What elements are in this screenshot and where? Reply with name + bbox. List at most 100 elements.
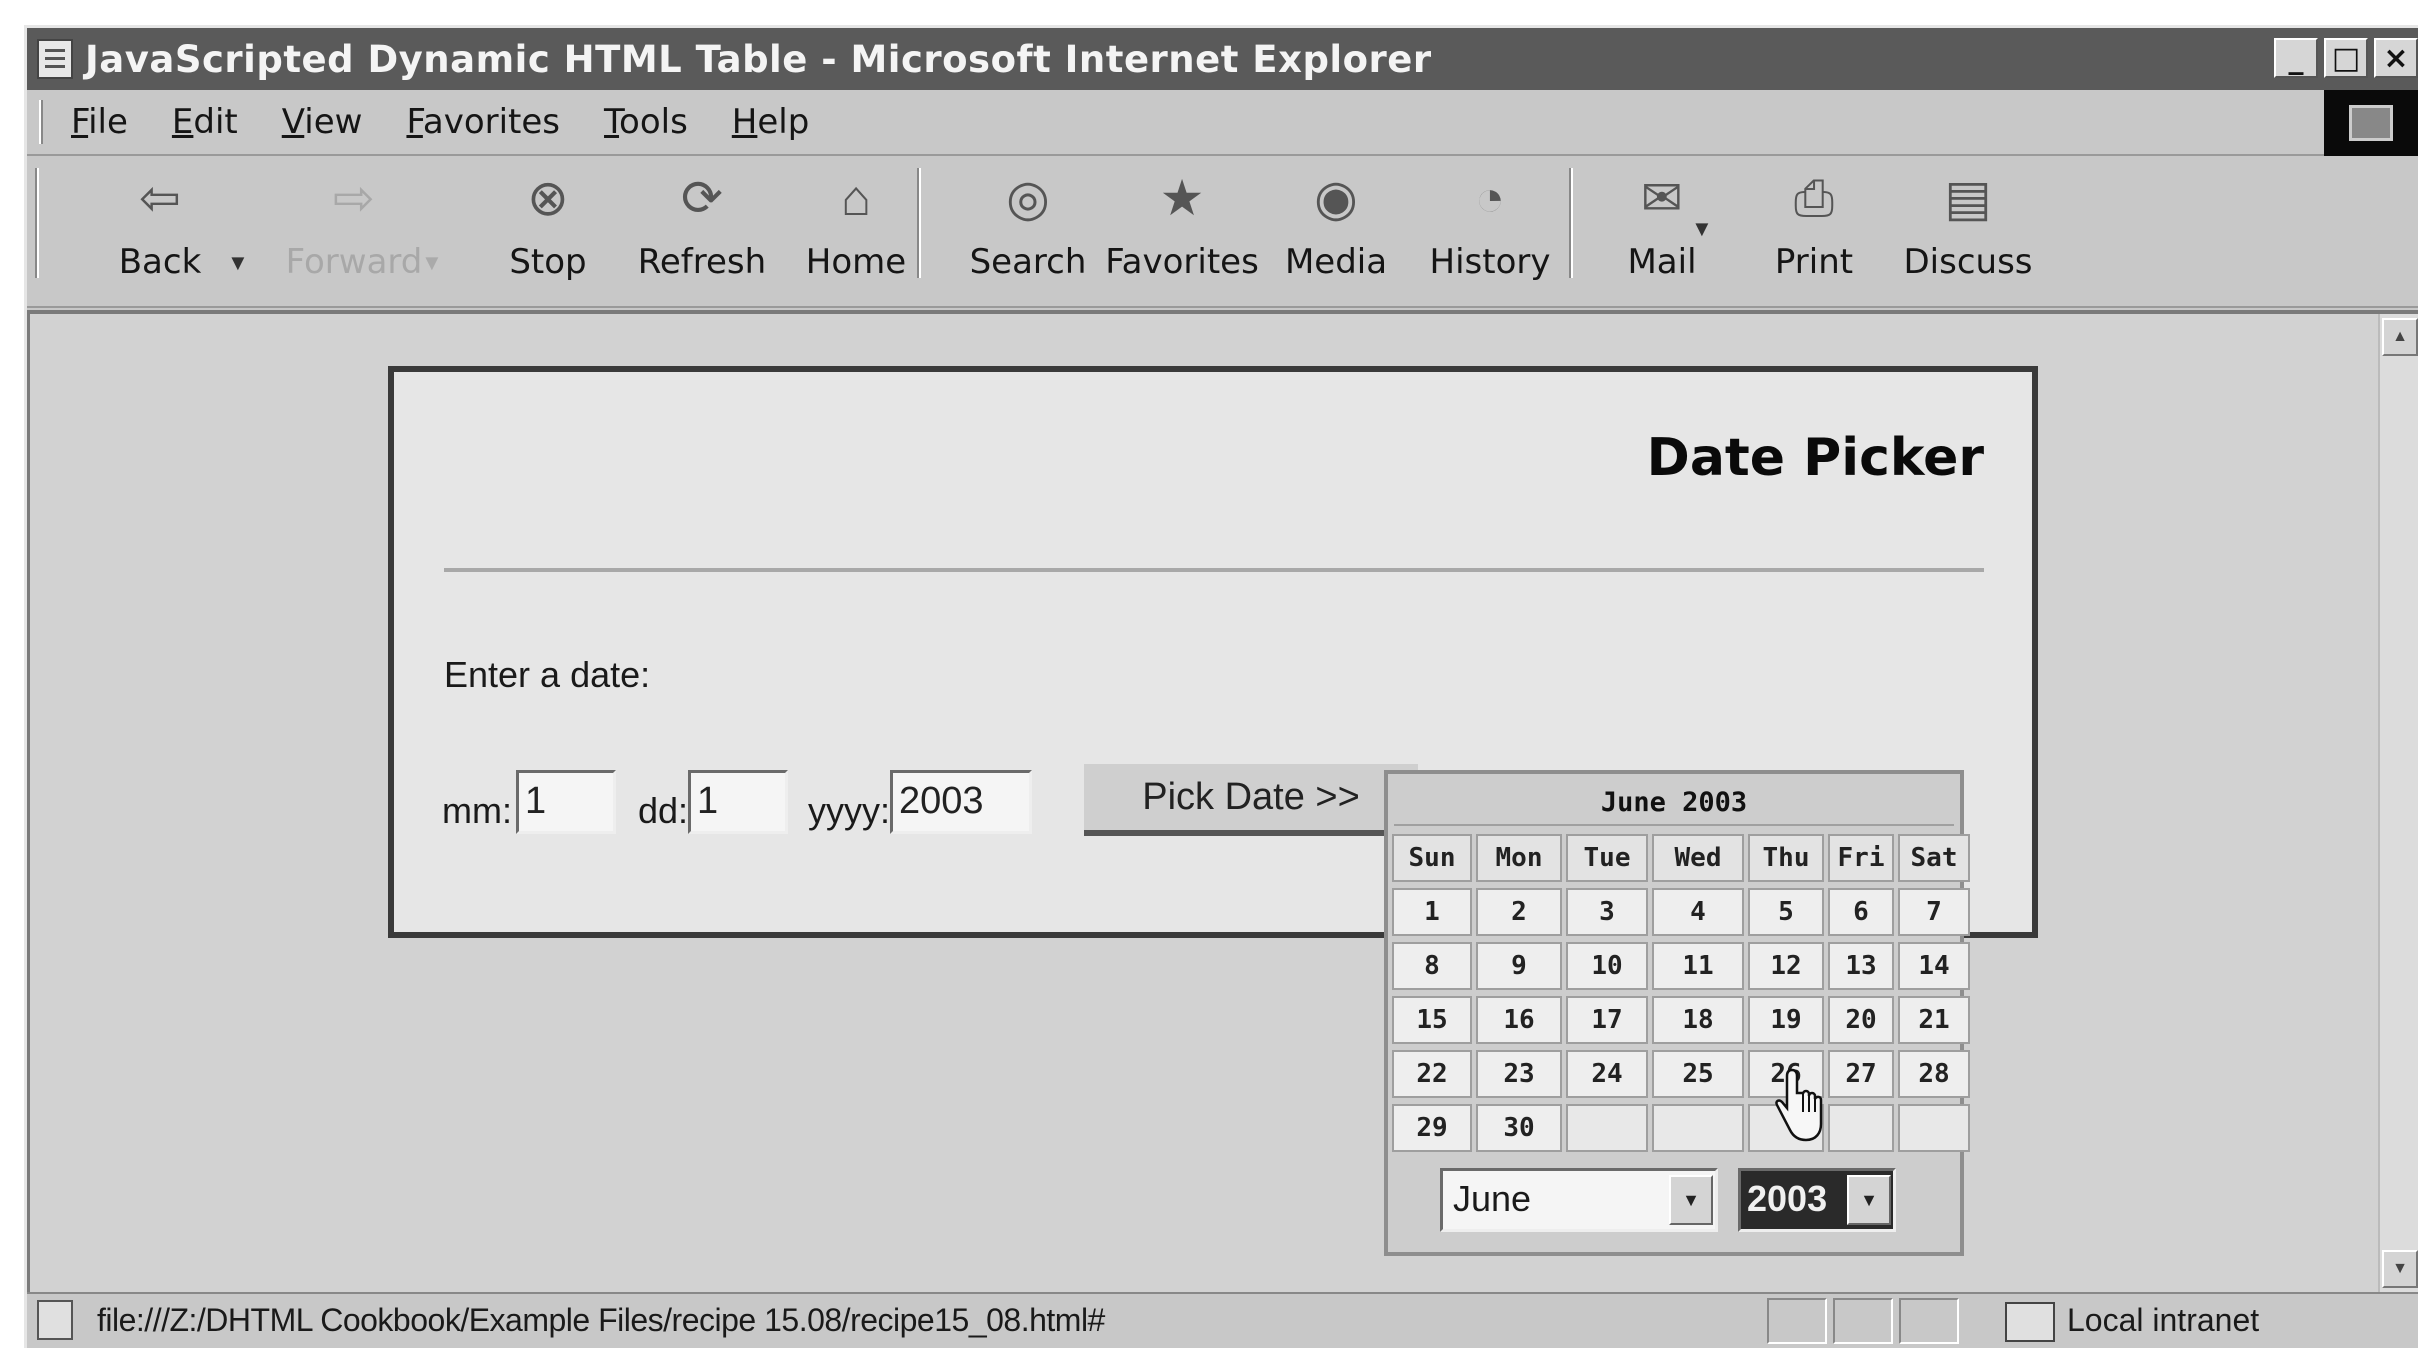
menu-file[interactable]: File (71, 102, 128, 142)
day-cell[interactable]: 13 (1828, 942, 1894, 990)
day-cell[interactable]: 5 (1748, 888, 1824, 936)
weekday-header: Sun (1392, 834, 1472, 882)
page-content: Date Picker Enter a date: mm: 1 dd: 1 yy… (27, 310, 2418, 1292)
window-controls: _ □ × (2274, 38, 2418, 78)
home-icon: ⌂ (840, 170, 872, 226)
history-button[interactable]: ◔ History (1425, 168, 1555, 294)
mail-dropdown-icon[interactable]: ▼ (1691, 216, 1713, 242)
day-cell[interactable]: 9 (1476, 942, 1562, 990)
day-field[interactable]: 1 (688, 770, 788, 834)
day-cell[interactable]: 30 (1476, 1104, 1562, 1152)
toolbar-separator (1569, 168, 1573, 278)
local-intranet-icon (2005, 1302, 2055, 1342)
close-button[interactable]: × (2374, 38, 2418, 78)
weekday-header: Wed (1652, 834, 1744, 882)
menu-edit[interactable]: Edit (172, 102, 238, 142)
stop-button[interactable]: ⊗ Stop (483, 168, 613, 294)
media-button[interactable]: ◉ Media (1271, 168, 1401, 294)
menu-tools[interactable]: Tools (604, 102, 688, 142)
day-cell[interactable]: 21 (1898, 996, 1970, 1044)
day-cell[interactable]: 2 (1476, 888, 1562, 936)
favorites-button[interactable]: ★ Favorites (1105, 168, 1259, 294)
month-select[interactable]: June ▼ (1440, 1168, 1718, 1232)
weekday-header: Thu (1748, 834, 1824, 882)
day-cell[interactable]: 14 (1898, 942, 1970, 990)
chevron-down-icon[interactable]: ▼ (1847, 1175, 1891, 1225)
menu-view[interactable]: View (282, 102, 363, 142)
maximize-button[interactable]: □ (2324, 38, 2368, 78)
menu-favorites[interactable]: Favorites (406, 102, 560, 142)
day-cell[interactable]: 18 (1652, 996, 1744, 1044)
day-cell[interactable]: 23 (1476, 1050, 1562, 1098)
page-status-icon (37, 1300, 73, 1340)
windows-logo-icon (2324, 90, 2418, 156)
day-cell[interactable]: 15 (1392, 996, 1472, 1044)
menu-help[interactable]: Help (732, 102, 810, 142)
day-cell[interactable]: 10 (1566, 942, 1648, 990)
empty-day-cell (1898, 1104, 1970, 1152)
refresh-icon: ⟳ (681, 170, 723, 226)
year-select[interactable]: 2003 ▼ (1738, 1168, 1896, 1232)
dd-label: dd: (638, 790, 689, 831)
day-cell[interactable]: 12 (1748, 942, 1824, 990)
history-icon: ◔ (1474, 170, 1506, 226)
yyyy-label: yyyy: (808, 790, 891, 831)
toolbar-separator (917, 168, 921, 278)
back-button[interactable]: ⇦ Back (95, 168, 225, 294)
print-icon: ⎙ (1794, 170, 1834, 226)
day-cell[interactable]: 3 (1566, 888, 1648, 936)
scroll-down-icon[interactable]: ▼ (2382, 1250, 2418, 1288)
window-title: JavaScripted Dynamic HTML Table - Micros… (85, 37, 1432, 81)
weekday-header: Tue (1566, 834, 1648, 882)
page-title: Date Picker (1646, 428, 1984, 488)
status-bar: file:///Z:/DHTML Cookbook/Example Files/… (27, 1292, 2418, 1348)
weekday-header: Mon (1476, 834, 1562, 882)
day-cell[interactable]: 20 (1828, 996, 1894, 1044)
search-button[interactable]: ◎ Search (963, 168, 1093, 294)
refresh-button[interactable]: ⟳ Refresh (637, 168, 767, 294)
browser-window: JavaScripted Dynamic HTML Table - Micros… (24, 25, 2418, 1348)
pick-date-button[interactable]: Pick Date >> (1084, 764, 1418, 836)
year-field[interactable]: 2003 (890, 770, 1032, 834)
status-url: file:///Z:/DHTML Cookbook/Example Files/… (97, 1302, 1105, 1338)
day-cell[interactable]: 27 (1828, 1050, 1894, 1098)
status-pane (1767, 1298, 1827, 1344)
weekday-header: Sat (1898, 834, 1970, 882)
print-button[interactable]: ⎙ Print (1749, 168, 1879, 294)
day-cell[interactable]: 17 (1566, 996, 1648, 1044)
forward-dropdown-icon[interactable]: ▼ (421, 250, 443, 276)
back-arrow-icon: ⇦ (139, 170, 181, 226)
menu-grip (39, 100, 43, 144)
home-button[interactable]: ⌂ Home (791, 168, 921, 294)
day-cell[interactable]: 7 (1898, 888, 1970, 936)
empty-day-cell (1652, 1104, 1744, 1152)
day-cell[interactable]: 28 (1898, 1050, 1970, 1098)
empty-day-cell (1566, 1104, 1648, 1152)
discuss-button[interactable]: ▤ Discuss (1903, 168, 2033, 294)
day-cell[interactable]: 22 (1392, 1050, 1472, 1098)
forward-button[interactable]: ⇨ Forward (286, 168, 423, 294)
back-dropdown-icon[interactable]: ▼ (227, 250, 249, 276)
discuss-icon: ▤ (1944, 170, 1992, 226)
day-cell[interactable]: 19 (1748, 996, 1824, 1044)
calendar-month-title: June 2003 (1394, 780, 1954, 826)
day-cell[interactable]: 11 (1652, 942, 1744, 990)
day-cell[interactable]: 1 (1392, 888, 1472, 936)
minimize-button[interactable]: _ (2274, 38, 2318, 78)
day-cell[interactable]: 4 (1652, 888, 1744, 936)
security-zone: Local intranet (2067, 1302, 2260, 1338)
month-field[interactable]: 1 (516, 770, 616, 834)
day-cell[interactable]: 16 (1476, 996, 1562, 1044)
chevron-down-icon[interactable]: ▼ (1669, 1175, 1713, 1225)
day-cell[interactable]: 6 (1828, 888, 1894, 936)
day-cell[interactable]: 8 (1392, 942, 1472, 990)
favorites-icon: ★ (1159, 170, 1205, 226)
stop-icon: ⊗ (527, 170, 569, 226)
day-cell[interactable]: 29 (1392, 1104, 1472, 1152)
vertical-scrollbar[interactable]: ▲ ▼ (2378, 314, 2418, 1292)
day-cell[interactable]: 24 (1566, 1050, 1648, 1098)
page-icon (37, 39, 73, 79)
day-cell[interactable]: 25 (1652, 1050, 1744, 1098)
toolbar-grip (35, 168, 39, 278)
scroll-up-icon[interactable]: ▲ (2382, 318, 2418, 356)
